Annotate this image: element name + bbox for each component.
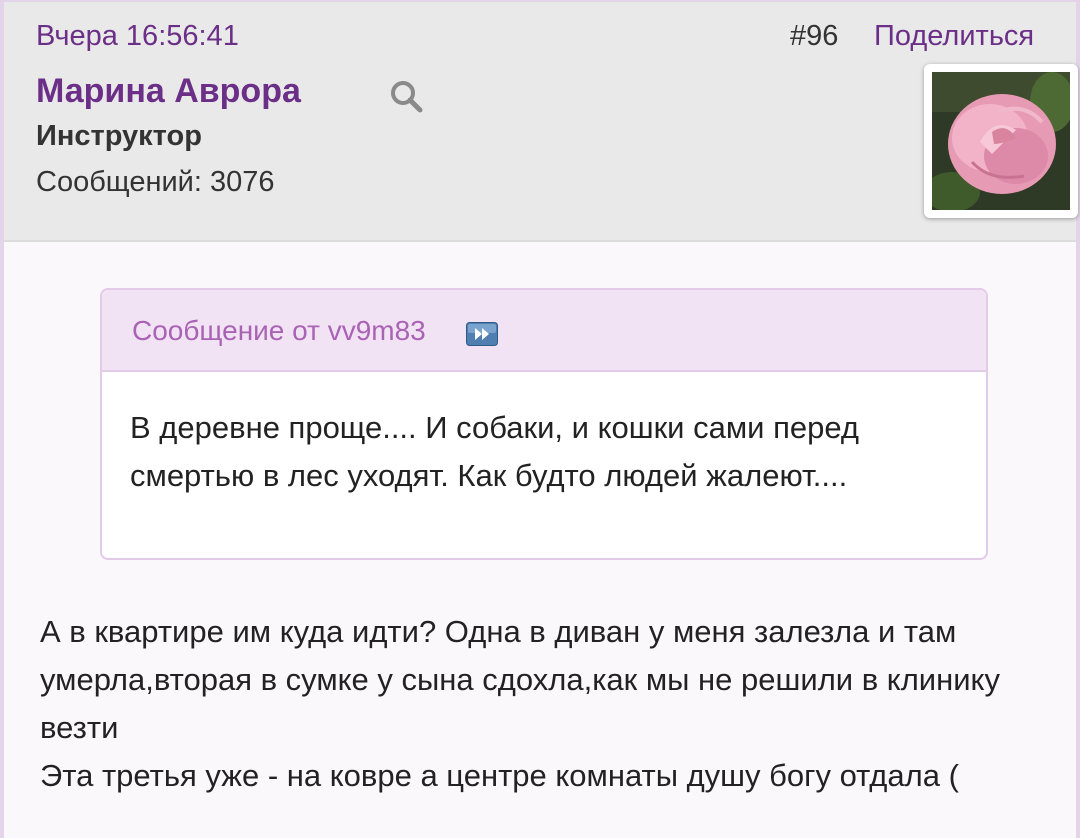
avatar[interactable] [924, 64, 1078, 218]
post-timestamp: Вчера 16:56:41 [36, 20, 239, 52]
forum-post: Вчера 16:56:41 #96 Поделиться Марина Авр… [0, 0, 1080, 838]
go-to-quote-icon[interactable] [466, 322, 498, 346]
quote-block: Сообщение от vv9m83 В деревне проще.... … [100, 288, 988, 560]
post-number[interactable]: #96 [790, 20, 838, 53]
post-header: Вчера 16:56:41 #96 Поделиться Марина Авр… [4, 2, 1078, 242]
author-role: Инструктор [36, 120, 202, 152]
share-link[interactable]: Поделиться [874, 20, 1034, 53]
author-name[interactable]: Марина Аврора [36, 72, 301, 111]
post-paragraph: А в квартире им куда идти? Одна в диван … [40, 614, 1000, 745]
author-message-count: Сообщений: 3076 [36, 166, 275, 198]
search-icon[interactable] [388, 78, 424, 114]
quote-author: Сообщение от vv9m83 [132, 315, 426, 346]
post-paragraph: Эта третья уже - на ковре а центре комна… [40, 758, 959, 793]
pink-rose-avatar-icon [932, 72, 1070, 210]
quote-header: Сообщение от vv9m83 [102, 290, 986, 372]
quote-text: В деревне проще.... И собаки, и кошки са… [130, 410, 859, 493]
post-body: А в квартире им куда идти? Одна в диван … [40, 608, 1050, 800]
